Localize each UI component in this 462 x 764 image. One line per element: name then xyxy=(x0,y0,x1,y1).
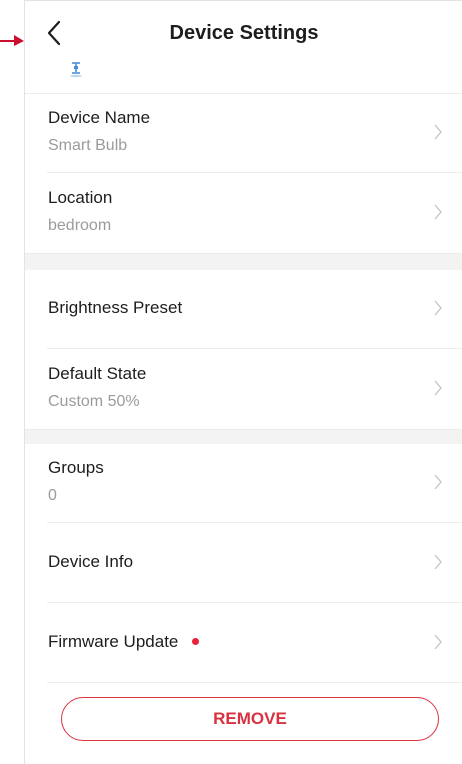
bulb-icon xyxy=(70,62,82,78)
groups-label: Groups xyxy=(48,458,104,477)
firmware-update-row[interactable]: Firmware Update xyxy=(25,603,462,683)
device-info-row[interactable]: Device Info xyxy=(25,523,462,603)
device-name-label: Device Name xyxy=(48,108,151,127)
default-state-value: Custom 50% xyxy=(48,393,140,410)
brightness-preset-label: Brightness Preset xyxy=(48,298,183,317)
chevron-right-icon xyxy=(434,300,442,316)
chevron-right-icon xyxy=(434,474,442,490)
chevron-right-icon xyxy=(434,554,442,570)
device-settings-screen: Device Settings Device Name Smart Bulb L… xyxy=(24,0,462,764)
chevron-right-icon xyxy=(434,124,442,140)
firmware-update-title: Firmware Update xyxy=(48,632,200,652)
annotation-arrow-icon xyxy=(0,35,24,46)
groups-value: 0 xyxy=(48,487,57,504)
brightness-preset-row[interactable]: Brightness Preset xyxy=(25,269,462,349)
section-gap xyxy=(25,429,462,444)
header: Device Settings xyxy=(25,1,462,94)
firmware-update-label: Firmware Update xyxy=(48,632,179,651)
chevron-right-icon xyxy=(434,634,442,650)
chevron-right-icon xyxy=(434,380,442,396)
location-value: bedroom xyxy=(48,217,112,234)
update-badge-dot xyxy=(192,638,200,646)
page-title: Device Settings xyxy=(169,22,319,44)
location-label: Location xyxy=(48,188,113,207)
groups-row[interactable]: Groups 0 xyxy=(25,443,462,523)
default-state-row[interactable]: Default State Custom 50% xyxy=(25,349,462,429)
default-state-label: Default State xyxy=(48,364,147,383)
device-name-row[interactable]: Device Name Smart Bulb xyxy=(25,93,462,173)
chevron-right-icon xyxy=(434,204,442,220)
device-name-value: Smart Bulb xyxy=(48,137,128,154)
location-row[interactable]: Location bedroom xyxy=(25,173,462,253)
divider xyxy=(47,682,462,683)
section-gap xyxy=(25,253,462,270)
device-info-label: Device Info xyxy=(48,552,134,571)
remove-button[interactable]: REMOVE xyxy=(61,697,439,741)
